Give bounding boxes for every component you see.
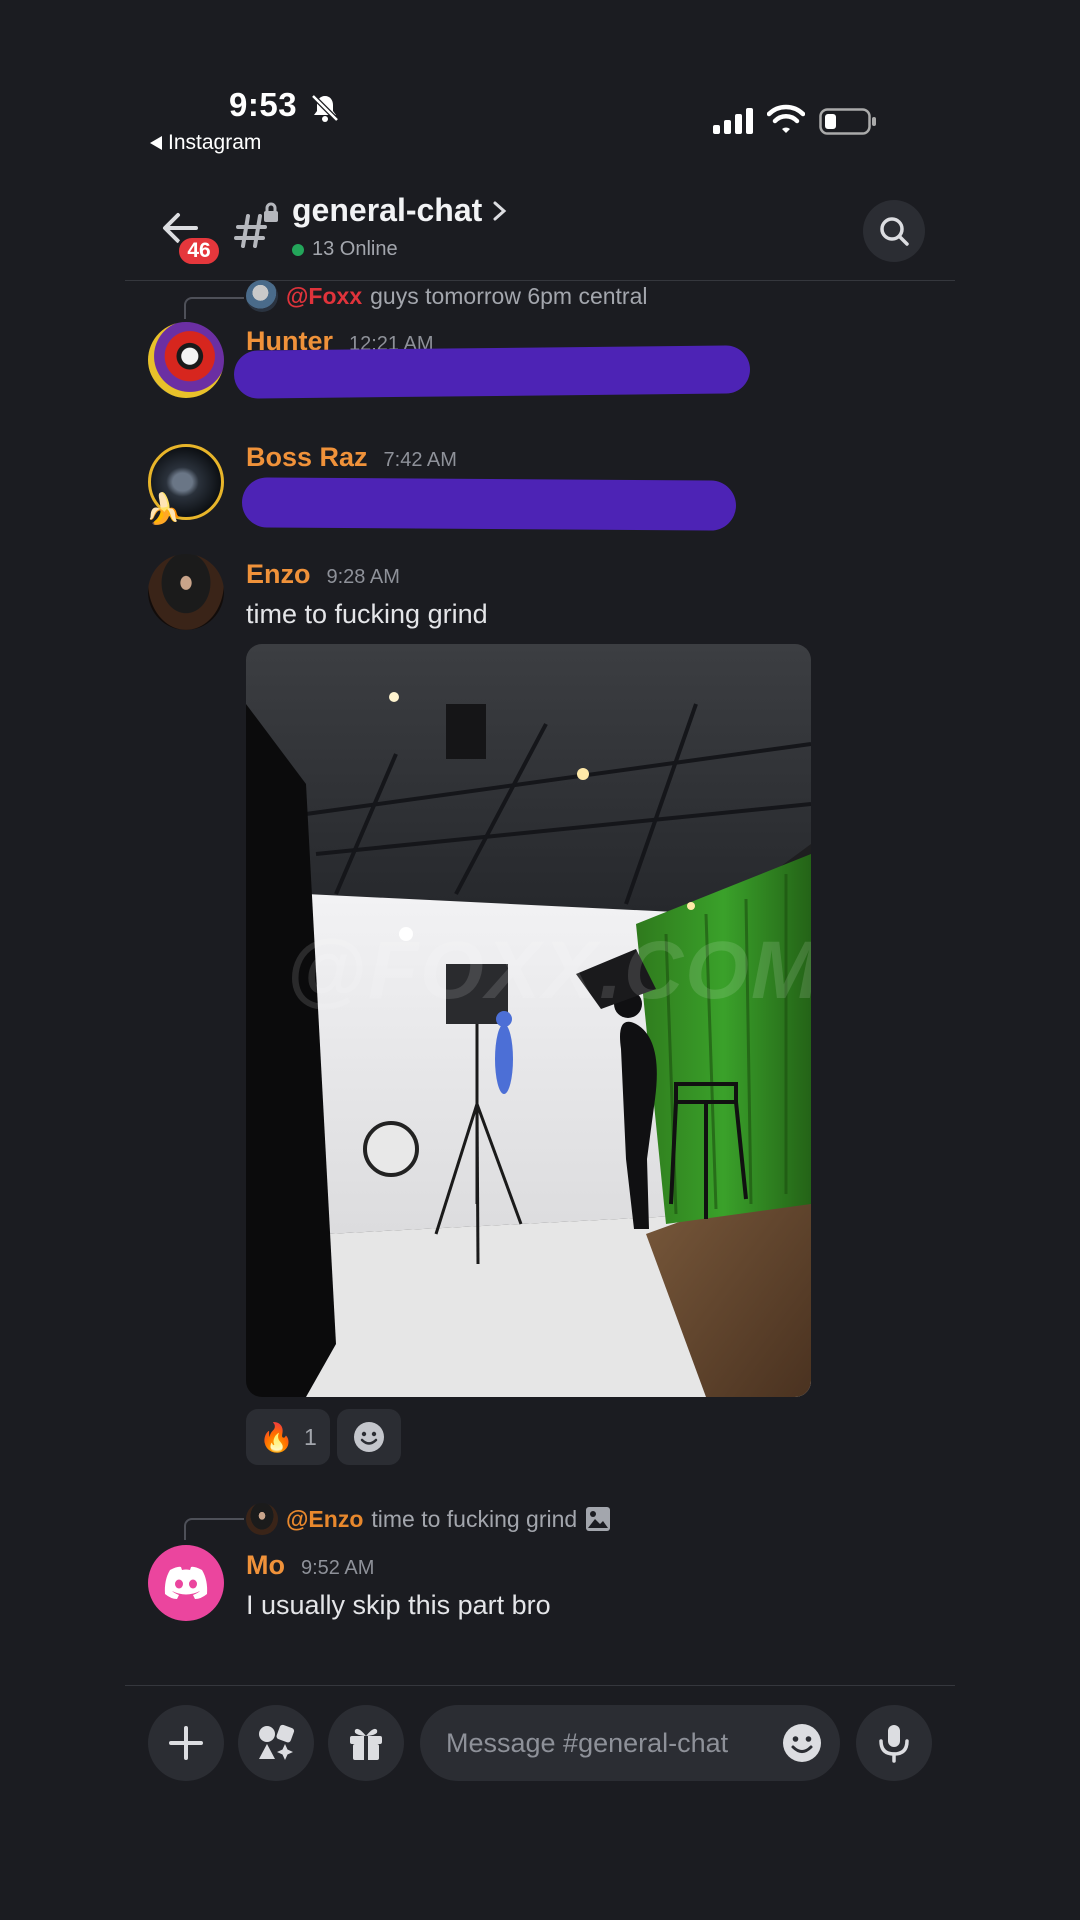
- image-icon: [586, 1507, 611, 1531]
- reply-preview[interactable]: @Enzo time to fucking grind: [246, 1503, 611, 1535]
- message-text: I usually skip this part bro: [246, 1590, 551, 1620]
- message-header: Boss Raz 7:42 AM: [246, 442, 457, 473]
- message-header: Enzo 9:28 AM: [246, 559, 400, 590]
- avatar[interactable]: [148, 1545, 224, 1621]
- composer-divider: [125, 1685, 955, 1686]
- timestamp: 9:28 AM: [326, 566, 400, 588]
- microphone-icon: [879, 1725, 909, 1763]
- gift-icon: [350, 1728, 382, 1760]
- reaction-fire[interactable]: 🔥 1: [246, 1409, 330, 1465]
- reply-mention[interactable]: @Enzo: [286, 1506, 363, 1533]
- wifi-icon: [767, 104, 805, 133]
- cellular-signal-icon: [713, 108, 753, 134]
- gift-button[interactable]: [328, 1705, 404, 1781]
- attach-button[interactable]: [148, 1705, 224, 1781]
- back-triangle-icon: [150, 136, 162, 150]
- reply-connector: [184, 1518, 244, 1540]
- back-to-app-link[interactable]: Instagram: [150, 131, 261, 155]
- locked-hash-icon: [234, 202, 278, 248]
- battery-icon: [819, 108, 876, 135]
- channel-name: general-chat: [292, 192, 483, 228]
- chevron-right-icon: [493, 201, 507, 220]
- add-reaction-icon: [354, 1422, 384, 1452]
- search-icon: [880, 217, 909, 246]
- online-status: 13 Online: [292, 238, 398, 261]
- reply-mention[interactable]: @Foxx: [286, 283, 362, 310]
- message-text: time to fucking grind: [246, 599, 488, 629]
- online-dot-icon: [292, 243, 304, 256]
- emoji-icon[interactable]: [782, 1723, 822, 1763]
- avatar[interactable]: [148, 322, 224, 398]
- reply-text: guys tomorrow 6pm central: [370, 282, 648, 309]
- reply-connector: [184, 297, 244, 319]
- image-watermark: @FOXX.COM: [286, 925, 811, 1016]
- reaction-count: 1: [304, 1423, 317, 1450]
- banana-decoration-icon: 🍌: [145, 493, 183, 526]
- redaction-scribble: [233, 345, 751, 399]
- timestamp: 9:52 AM: [300, 1557, 375, 1579]
- unread-badge: 46: [176, 235, 222, 267]
- message-input[interactable]: Message #general-chat: [420, 1705, 840, 1781]
- plus-icon: [169, 1726, 203, 1760]
- message-header: Mo 9:52 AM: [246, 1550, 374, 1581]
- bell-slash-icon: [311, 94, 339, 122]
- search-button[interactable]: [863, 200, 925, 262]
- author-name[interactable]: Mo: [246, 1550, 285, 1581]
- reply-avatar: [246, 280, 278, 312]
- status-time: 9:53: [229, 86, 298, 123]
- redaction-scribble: [241, 477, 737, 531]
- apps-icon: [259, 1724, 295, 1760]
- studio-photo: [246, 644, 811, 1397]
- discord-logo-icon: [164, 1566, 208, 1599]
- add-reaction-button[interactable]: [337, 1409, 401, 1465]
- reply-avatar: [246, 1503, 278, 1535]
- avatar[interactable]: [148, 554, 224, 630]
- timestamp: 7:42 AM: [383, 449, 457, 471]
- back-app-label: Instagram: [168, 131, 262, 154]
- channel-title[interactable]: general-chat: [292, 192, 508, 229]
- message-image-attachment[interactable]: @FOXX.COM: [246, 644, 811, 1397]
- author-name[interactable]: Boss Raz: [246, 442, 368, 473]
- voice-message-button[interactable]: [856, 1705, 932, 1781]
- reply-preview[interactable]: @Foxx guys tomorrow 6pm central: [246, 280, 648, 312]
- author-name[interactable]: Enzo: [246, 559, 311, 590]
- online-count: 13 Online: [312, 238, 398, 260]
- reply-text: time to fucking grind: [371, 1505, 578, 1532]
- apps-button[interactable]: [238, 1705, 314, 1781]
- reaction-emoji: 🔥: [259, 1421, 295, 1453]
- message-input-placeholder: Message #general-chat: [446, 1727, 729, 1758]
